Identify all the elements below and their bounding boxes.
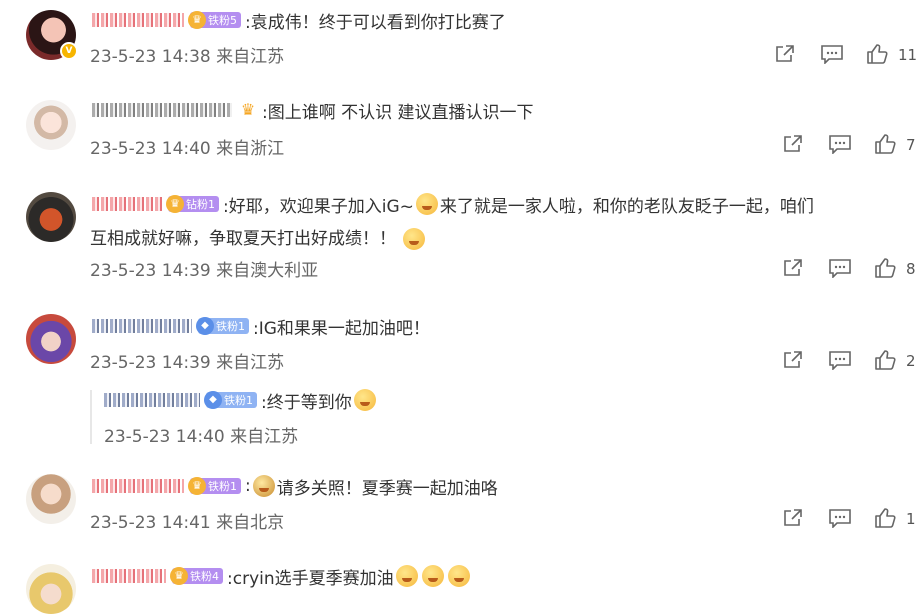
emoji-icon [403, 228, 426, 250]
crown-icon: ♛ [240, 100, 256, 119]
comment-text: :终于等到你 [261, 392, 352, 413]
share-icon[interactable] [774, 44, 796, 64]
comment-text: :图上谁啊 不认识 建议直播认识一下 [262, 102, 534, 123]
share-icon[interactable] [782, 508, 804, 528]
share-icon[interactable] [782, 258, 804, 278]
comment-icon[interactable] [828, 134, 852, 154]
username[interactable] [92, 13, 184, 27]
like-count: 1 [906, 510, 916, 528]
fan-badge[interactable]: ♛ 铁粉1 [188, 477, 241, 495]
comment-icon[interactable] [828, 350, 852, 370]
share-icon[interactable] [782, 134, 804, 154]
thumbs-up-icon[interactable] [874, 508, 896, 528]
share-icon[interactable] [782, 350, 804, 370]
verified-icon: V [60, 42, 78, 60]
thumbs-up-icon[interactable] [874, 258, 896, 278]
fan-badge[interactable]: ♛ 钻粉1 [166, 195, 219, 213]
avatar[interactable] [26, 474, 76, 524]
reply-divider [90, 390, 92, 444]
thumbs-up-icon[interactable] [866, 44, 888, 64]
like-count: 8 [906, 260, 916, 278]
comment-time: 23-5-23 14:39 来自江苏 [90, 353, 285, 373]
diamond-icon: ◆ [196, 317, 214, 335]
username[interactable] [92, 103, 232, 117]
comment-text: : [245, 476, 251, 496]
comment-text: :cryin选手夏季赛加油 [227, 568, 394, 589]
username[interactable] [92, 319, 192, 333]
avatar[interactable] [26, 314, 76, 364]
username[interactable] [92, 479, 184, 493]
comment-time: 23-5-23 14:39 来自澳大利亚 [90, 261, 319, 281]
fan-badge[interactable]: ♛ 铁粉5 [188, 11, 241, 29]
crown-icon: ♛ [170, 567, 188, 585]
avatar[interactable] [26, 192, 76, 242]
diamond-icon: ◆ [204, 391, 222, 409]
fan-badge[interactable]: ◆ 铁粉1 [196, 317, 249, 335]
thumbs-up-icon[interactable] [874, 350, 896, 370]
username[interactable] [92, 569, 166, 583]
comment-text: :好耶，欢迎果子加入iG~ [223, 196, 414, 217]
crown-icon: ♛ [188, 11, 206, 29]
comment-text-cont: 请多关照！夏季赛一起加油咯 [276, 478, 498, 499]
thumbs-up-icon[interactable] [874, 134, 896, 154]
thinking-emoji-icon [252, 475, 275, 497]
fan-badge[interactable]: ◆ 铁粉1 [204, 391, 257, 409]
crying-emoji-icon [353, 389, 376, 411]
fan-badge[interactable]: ♛ 铁粉4 [170, 567, 223, 585]
comment-icon[interactable] [828, 258, 852, 278]
comment-text: :袁成伟！终于可以看到你打比赛了 [245, 12, 506, 33]
emoji-icon [447, 565, 470, 587]
emoji-icon [415, 193, 438, 215]
like-count: 11 [898, 46, 918, 64]
username[interactable] [92, 197, 162, 211]
avatar[interactable] [26, 100, 76, 150]
comment-text: :IG和果果一起加油吧！ [253, 318, 430, 339]
comment-time: 23-5-23 14:38 来自江苏 [90, 47, 285, 67]
comment-time: 23-5-23 14:40 来自浙江 [90, 139, 285, 159]
username[interactable] [104, 393, 200, 407]
crown-icon: ♛ [166, 195, 184, 213]
comment-time: 23-5-23 14:40 来自江苏 [104, 427, 299, 447]
emoji-icon [395, 565, 418, 587]
comment-icon[interactable] [828, 508, 852, 528]
comment-text-line2: 互相成就好嘛，争取夏天打出好成绩！！ [90, 229, 396, 249]
like-count: 7 [906, 136, 916, 154]
comment-time: 23-5-23 14:41 来自北京 [90, 513, 285, 533]
like-count: 2 [906, 352, 916, 370]
crown-icon: ♛ [188, 477, 206, 495]
comment-text-cont: 来了就是一家人啦，和你的老队友眨子一起，咱们 [439, 196, 814, 217]
emoji-icon [421, 565, 444, 587]
comment-icon[interactable] [820, 44, 844, 64]
avatar[interactable] [26, 564, 76, 614]
